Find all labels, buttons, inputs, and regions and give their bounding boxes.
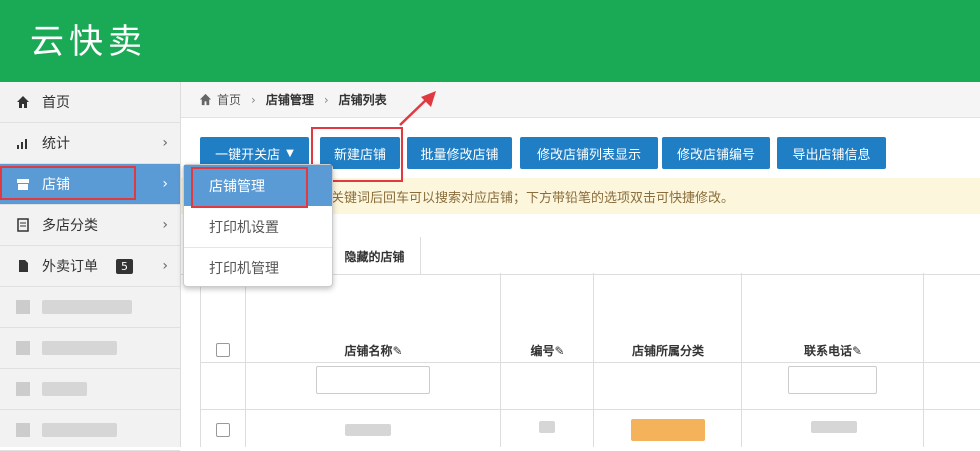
sidebar-item-blurred[interactable]: [0, 328, 180, 369]
sidebar-item-stats[interactable]: 统计 ›: [0, 123, 180, 164]
sidebar-item-blurred[interactable]: [0, 369, 180, 410]
breadcrumb-separator-icon: ›: [323, 92, 329, 107]
pencil-icon: ✎: [392, 344, 403, 358]
sidebar-item-label: 首页: [42, 95, 70, 111]
sidebar-item-blurred[interactable]: [0, 410, 180, 451]
select-all-checkbox[interactable]: [216, 343, 230, 357]
top-header: 云快卖: [0, 0, 980, 82]
submenu-item-printer-management[interactable]: 打印机管理: [184, 247, 332, 288]
sidebar-item-label: 多店分类: [42, 218, 98, 234]
blurred-label: [42, 300, 132, 314]
column-header-number[interactable]: 编号✎: [501, 342, 594, 359]
sidebar-item-label: 统计: [42, 136, 70, 152]
blurred-category: [631, 419, 705, 441]
column-header-store-name[interactable]: 店铺名称✎: [246, 342, 501, 359]
highlight-box-store-management: [191, 167, 308, 208]
store-table: 店铺名称✎ 编号✎ 店铺所属分类 联系电话✎: [200, 273, 980, 447]
blurred-icon: [16, 300, 30, 314]
sidebar-item-orders[interactable]: 外卖订单 5 ›: [0, 246, 180, 287]
blurred-phone: [811, 421, 857, 433]
blurred-icon: [16, 423, 30, 437]
batch-edit-store-button[interactable]: 批量修改店铺: [407, 137, 512, 169]
blurred-number: [539, 421, 555, 433]
chevron-right-icon: ›: [162, 176, 168, 192]
blurred-label: [42, 341, 117, 355]
app-logo[interactable]: 云快卖: [30, 14, 147, 63]
column-header-category: 店铺所属分类: [631, 344, 704, 358]
edit-store-number-button[interactable]: 修改店铺编号: [662, 137, 770, 169]
pencil-icon: ✎: [851, 344, 863, 358]
file-icon: [19, 260, 28, 272]
tab-hidden-stores[interactable]: 隐藏的店铺: [329, 237, 421, 275]
breadcrumb-separator-icon: ›: [251, 92, 256, 107]
sidebar-item-multi-store-category[interactable]: 多店分类 ›: [0, 205, 180, 246]
bar-chart-icon: [17, 139, 27, 149]
export-store-info-button[interactable]: 导出店铺信息: [777, 137, 886, 169]
breadcrumb-current: 店铺列表: [338, 93, 387, 107]
home-icon: [17, 96, 29, 108]
pencil-icon: ✎: [554, 344, 565, 358]
blurred-icon: [16, 382, 30, 396]
blurred-label: [42, 423, 117, 437]
submenu-item-printer-settings[interactable]: 打印机设置: [184, 206, 332, 247]
highlight-box-sidebar-store: [0, 166, 136, 200]
store-name-filter-input[interactable]: [316, 366, 430, 394]
chevron-right-icon: ›: [162, 217, 168, 233]
chevron-right-icon: ›: [162, 258, 168, 274]
home-icon: [199, 93, 212, 106]
notice-text: 关键词后回车可以搜索对应店铺；下方带铅笔的选项双击可快捷修改。: [331, 190, 735, 206]
phone-filter-input[interactable]: [788, 366, 877, 394]
caret-down-icon: ▼: [286, 147, 294, 159]
breadcrumb-level1[interactable]: 店铺管理: [266, 91, 314, 108]
sidebar: 首页 统计 › 店铺 › 多店分类 › 外卖订单 5 ›: [0, 82, 181, 451]
chevron-right-icon: ›: [162, 135, 168, 151]
red-arrow-annotation: [399, 91, 436, 126]
list-icon: [17, 218, 29, 232]
blurred-store-name: [345, 424, 391, 436]
column-header-phone[interactable]: 联系电话✎: [742, 342, 924, 359]
sidebar-item-label: 外卖订单: [42, 259, 98, 275]
row-checkbox[interactable]: [216, 423, 230, 437]
one-click-label: 一键开关店: [215, 147, 281, 163]
sidebar-item-blurred[interactable]: [0, 287, 180, 328]
breadcrumb-home[interactable]: 首页: [217, 91, 241, 108]
edit-list-display-button[interactable]: 修改店铺列表显示: [520, 137, 658, 169]
breadcrumb: 首页 › 店铺管理 › 店铺列表: [181, 82, 980, 118]
order-count-badge: 5: [116, 258, 133, 274]
blurred-label: [42, 382, 87, 396]
sidebar-item-home[interactable]: 首页: [0, 82, 180, 123]
blurred-icon: [16, 341, 30, 355]
